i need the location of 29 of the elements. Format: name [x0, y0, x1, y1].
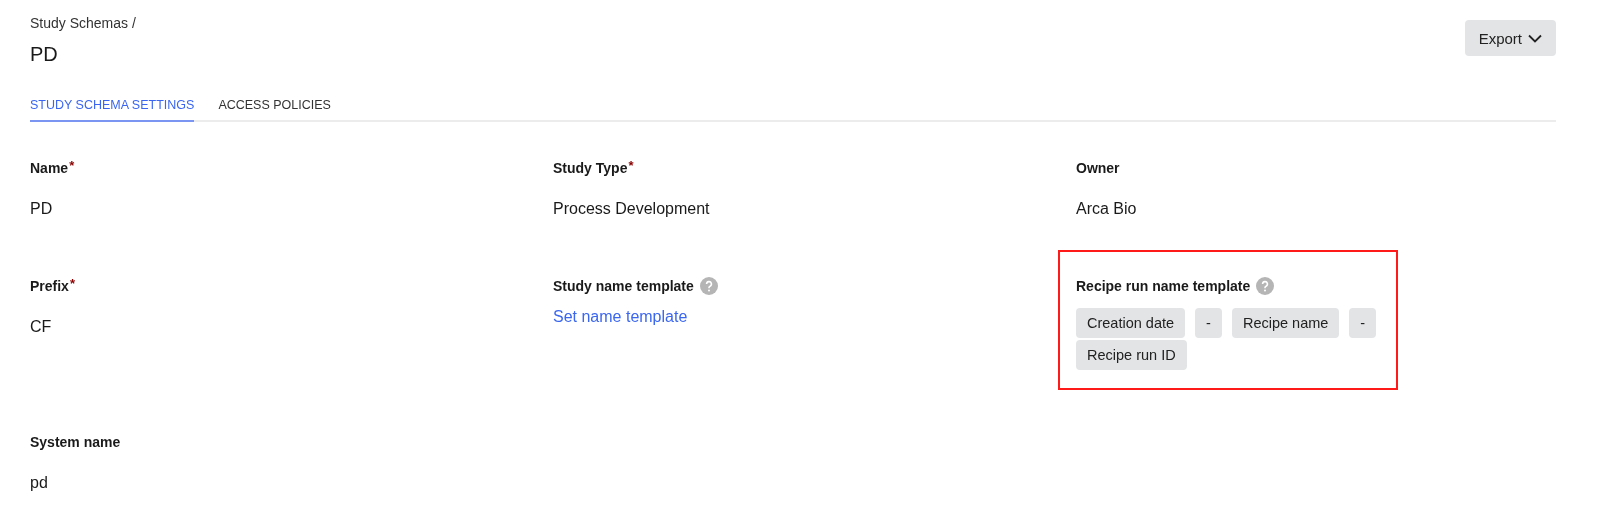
required-mark: *	[628, 158, 634, 173]
template-token: Recipe name	[1231, 308, 1340, 338]
field-label: Recipe run name template	[1076, 278, 1251, 294]
required-mark: *	[69, 158, 75, 173]
tab[interactable]: STUDY SCHEMA SETTINGS	[30, 92, 195, 122]
tab[interactable]: ACCESS POLICIES	[218, 92, 331, 122]
template-token: Recipe run ID	[1076, 340, 1187, 370]
field-label: Study Type	[553, 160, 628, 176]
page-title: PD	[30, 42, 59, 66]
field-value: pd	[30, 474, 48, 492]
breadcrumb-link[interactable]: Study Schemas /	[30, 14, 136, 32]
field-label: Name	[30, 160, 69, 176]
template-token: -	[1349, 308, 1377, 338]
set-template-link[interactable]: Set name template	[553, 308, 688, 326]
field-value: PD	[30, 200, 53, 218]
help-icon[interactable]	[1256, 277, 1275, 295]
required-mark: *	[69, 276, 75, 291]
template-token: Creation date	[1076, 308, 1186, 338]
help-icon[interactable]	[699, 277, 718, 295]
field-value: Arca Bio	[1076, 200, 1137, 218]
field-label: System name	[30, 434, 121, 450]
field-value: CF	[30, 318, 52, 336]
field-label: Study name template	[553, 278, 694, 294]
caret-icon	[1528, 33, 1542, 43]
export-button[interactable]: Export	[1464, 20, 1556, 56]
template-token: -	[1195, 308, 1222, 338]
field-label: Prefix	[30, 278, 69, 294]
field-label: Owner	[1076, 160, 1120, 176]
field-value: Process Development	[553, 200, 710, 218]
